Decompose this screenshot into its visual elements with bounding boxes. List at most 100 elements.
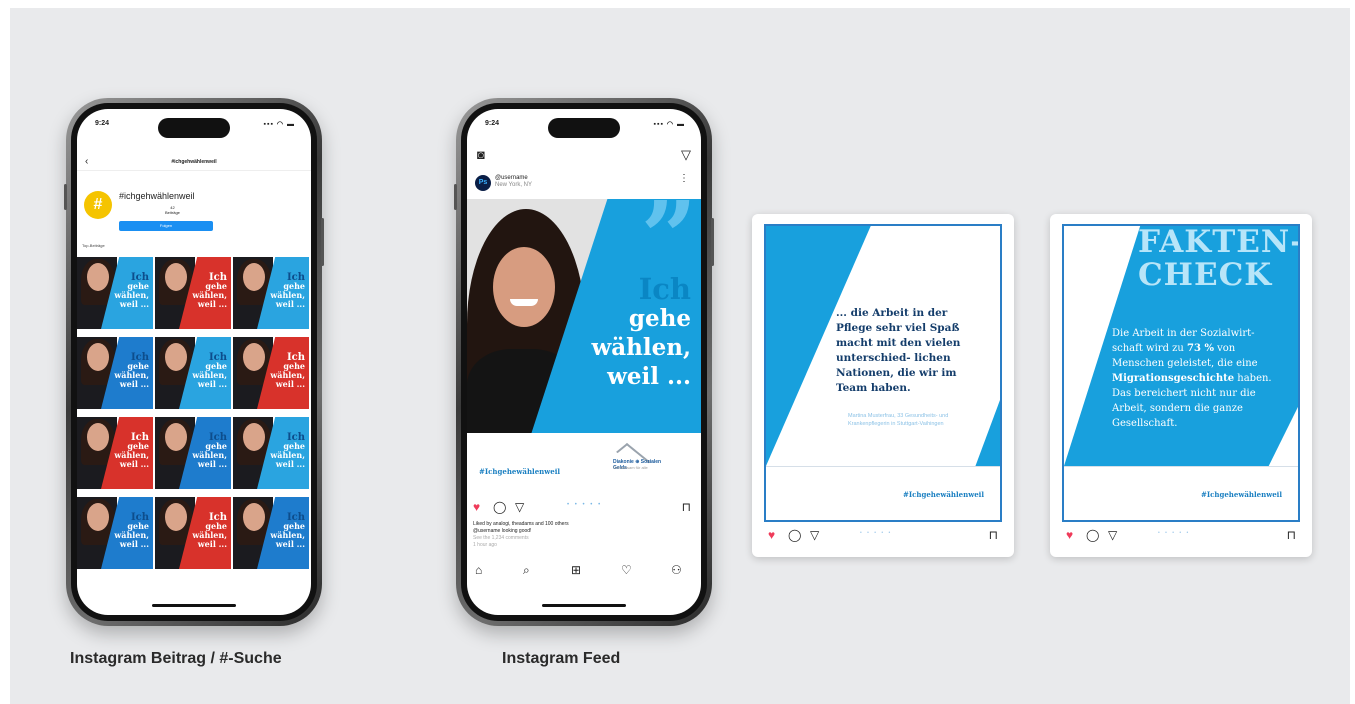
comment-icon[interactable]: ◯ [1086, 528, 1099, 542]
quote-post-frame: ... die Arbeit in der Pflege sehr viel S… [764, 224, 1002, 522]
dynamic-island [548, 118, 620, 138]
hashtag-avatar: # [84, 191, 112, 219]
grid-tile[interactable]: Ich gehe wählen, weil ... [77, 257, 153, 329]
tile-line4: weil ... [119, 299, 149, 309]
grid-tile[interactable]: Ich gehe wählen, weil ... [233, 497, 309, 569]
carousel-dots: • • • • • [567, 502, 603, 508]
status-time: 9:24 [485, 120, 500, 127]
quote-post-card[interactable]: ... die Arbeit in der Pflege sehr viel S… [752, 214, 1014, 557]
tile-line4: weil ... [275, 379, 305, 389]
home-indicator[interactable] [152, 604, 236, 607]
search-icon[interactable]: ⌕ [523, 563, 530, 578]
fact-percent: 73 % [1187, 343, 1214, 354]
share-icon[interactable]: ▽ [810, 528, 819, 542]
grid-tile[interactable]: Ich gehe wählen, weil ... [155, 257, 231, 329]
activity-icon[interactable]: ♡ [621, 563, 632, 577]
power-button [711, 218, 714, 266]
posts-count-label: Beiträge [165, 210, 180, 215]
status-time: 9:24 [95, 120, 110, 127]
tile-line4: weil ... [197, 299, 227, 309]
fact-check-frame: FAKTEN- CHECK Die Arbeit in der Sozialwi… [1062, 224, 1300, 522]
heart-icon[interactable]: ♥ [473, 500, 480, 514]
username[interactable]: @username [495, 175, 532, 182]
hashtag-header: ‹ #ichgehwählenweil [77, 155, 311, 171]
post-author[interactable]: @username New York, NY [495, 175, 532, 189]
grid-tile[interactable]: Ich gehe wählen, weil ... [233, 417, 309, 489]
heart-icon[interactable]: ♥ [1066, 528, 1073, 542]
quote-author: Martina Musterfrau, 33 Gesundheits- und … [848, 413, 949, 427]
header-title: #ichgehwählenweil [171, 159, 217, 165]
fact-check-card[interactable]: FAKTEN- CHECK Die Arbeit in der Sozialwi… [1050, 214, 1312, 557]
logo-subtext: Gemeinsam für alle [613, 465, 648, 470]
grid-row: Ich gehe wählen, weil ... Ich gehe wählen, weil… [77, 497, 311, 575]
likes-text[interactable]: Liked by analogi, theadams and 100 other… [473, 521, 569, 528]
fact-text: Die Arbeit in der Sozialwirt- schaft wir… [1112, 326, 1272, 431]
posts-count: 42 Beiträge [165, 205, 180, 215]
top-posts-label: Top-Beiträge [82, 243, 105, 248]
grid-row: Ich gehe wählen, weil ... Ich gehe wählen, weil… [77, 337, 311, 415]
tile-line4: weil ... [119, 459, 149, 469]
post-headline: Ich gehe wählen, weil ... [591, 275, 691, 391]
quote-text: ... die Arbeit in der Pflege sehr viel S… [836, 307, 961, 394]
grid-tile[interactable]: Ich gehe wählen, weil ... [233, 257, 309, 329]
bookmark-icon[interactable]: ⊓ [1287, 528, 1296, 542]
post-grid: Ich gehe wählen, weil ... Ich gehe wählen, weil… [77, 257, 311, 577]
grid-tile[interactable]: Ich gehe wählen, weil ... [77, 497, 153, 569]
add-post-icon[interactable]: ⊞ [571, 563, 581, 577]
fact-title-line1: FAKTEN- [1138, 224, 1300, 260]
caption-feed: Instagram Feed [502, 650, 621, 667]
post-actions: ♥ ◯ ▽ • • • • • ⊓ [473, 500, 693, 515]
home-indicator[interactable] [542, 604, 626, 607]
phone2-screen: 9:24 ▪▪▪ ◠ ▬ ◙ ▽ Ps @username New York, … [467, 109, 701, 615]
bottom-nav: ⌂ ⌕ ⊞ ♡ ⚇ [467, 563, 701, 583]
profile-icon[interactable]: ⚇ [671, 563, 682, 577]
grid-tile[interactable]: Ich gehe wählen, weil ... [77, 417, 153, 489]
send-icon[interactable]: ▽ [681, 147, 691, 163]
comment-icon[interactable]: ◯ [788, 528, 801, 542]
tile-line4: weil ... [197, 539, 227, 549]
tile-line4: weil ... [119, 539, 149, 549]
feed-post-image[interactable]: ” Ich gehe wählen, weil ... [467, 199, 701, 433]
card-hashtag: #Ichgehewählenweil [1200, 490, 1282, 499]
post-meta: Liked by analogi, theadams and 100 other… [473, 521, 569, 549]
comment-icon[interactable]: ◯ [493, 500, 506, 514]
fact-title: FAKTEN- CHECK [1138, 224, 1300, 292]
volume-button [64, 184, 67, 210]
bookmark-icon[interactable]: ⊓ [989, 528, 998, 542]
home-icon[interactable]: ⌂ [475, 563, 482, 577]
carousel-dots: • • • • • [860, 530, 893, 536]
headline-line2: gehe [628, 305, 691, 332]
grid-tile[interactable]: Ich gehe wählen, weil ... [77, 337, 153, 409]
headline-line3: wählen, [591, 334, 691, 361]
chevron-left-icon[interactable]: ‹ [85, 155, 88, 169]
grid-row: Ich gehe wählen, weil ... Ich gehe wählen, weil… [77, 257, 311, 335]
avatar[interactable]: Ps [475, 175, 491, 191]
more-options-icon[interactable]: ⋮ [679, 173, 689, 184]
power-button [321, 218, 324, 266]
grid-tile[interactable]: Ich gehe wählen, weil ... [155, 417, 231, 489]
grid-tile[interactable]: Ich gehe wählen, weil ... [233, 337, 309, 409]
phone-feed: 9:24 ▪▪▪ ◠ ▬ ◙ ▽ Ps @username New York, … [454, 98, 714, 626]
diakonie-logo: Diakonie ⊕ Sozialen Gelds Gemeinsam für … [613, 443, 669, 473]
grid-tile[interactable]: Ich gehe wählen, weil ... [155, 497, 231, 569]
caption-hashtag-search: Instagram Beitrag / #-Suche [70, 650, 282, 667]
follow-button[interactable]: Folgen [119, 221, 213, 231]
share-icon[interactable]: ▽ [515, 500, 524, 514]
heart-icon[interactable]: ♥ [768, 528, 775, 542]
headline-line4: weil ... [607, 363, 691, 390]
phone1-screen: 9:24 ▪▪▪ ◠ ▬ ‹ #ichgehwählenweil # #ichg… [77, 109, 311, 615]
volume-button [454, 184, 457, 210]
grid-tile[interactable]: Ich gehe wählen, weil ... [155, 337, 231, 409]
dynamic-island [158, 118, 230, 138]
carousel-dots: • • • • • [1158, 530, 1191, 536]
view-comments[interactable]: See the 1,234 comments [473, 535, 569, 542]
status-icons: ▪▪▪ ◠ ▬ [653, 121, 685, 128]
tile-line4: weil ... [119, 379, 149, 389]
camera-icon[interactable]: ◙ [477, 147, 485, 162]
tile-line4: weil ... [197, 459, 227, 469]
headline-ich: Ich [638, 272, 691, 306]
share-icon[interactable]: ▽ [1108, 528, 1117, 542]
tile-line4: weil ... [197, 379, 227, 389]
phone-hashtag-search: 9:24 ▪▪▪ ◠ ▬ ‹ #ichgehwählenweil # #ichg… [64, 98, 324, 626]
bookmark-icon[interactable]: ⊓ [682, 500, 691, 514]
